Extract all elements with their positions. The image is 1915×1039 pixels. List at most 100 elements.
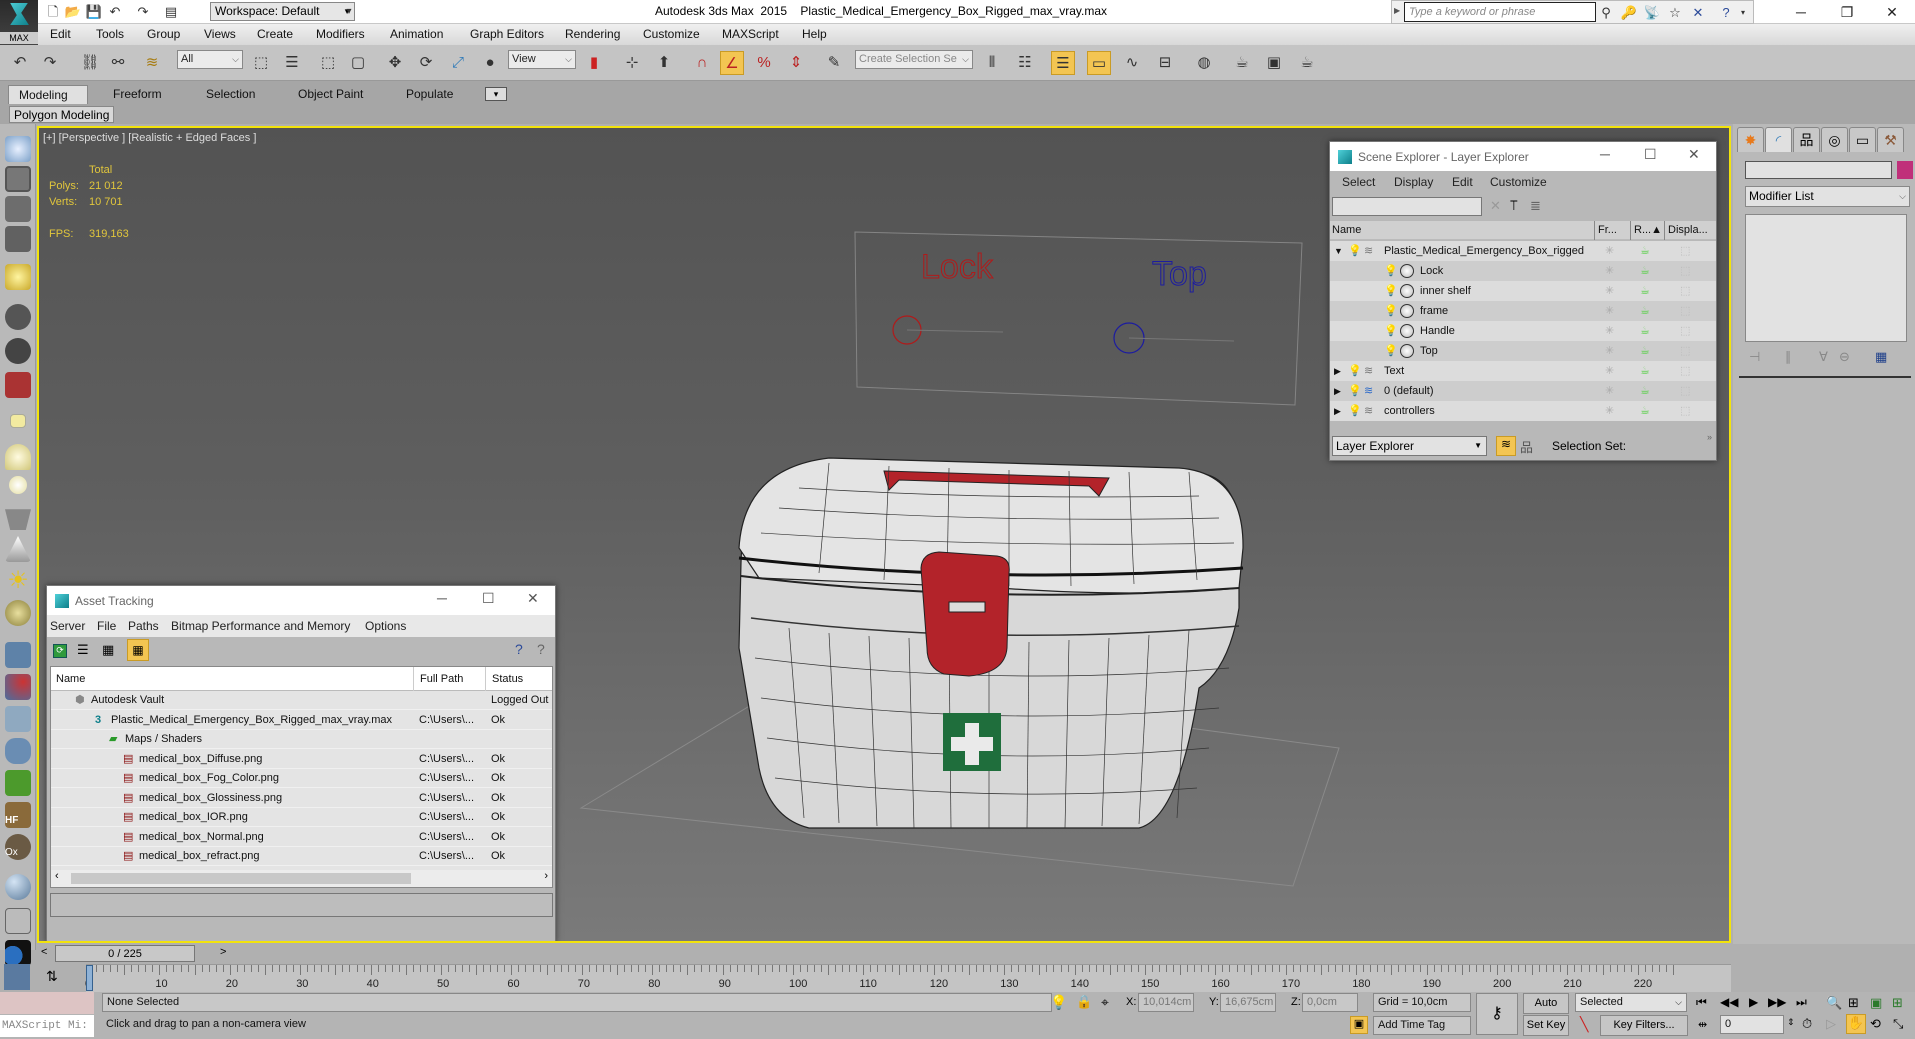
key-filters-button[interactable]: Key Filters... (1600, 1015, 1688, 1036)
time-tag-icon[interactable]: ▣ (1350, 1016, 1368, 1034)
render-setup-icon[interactable]: ☕ (1230, 51, 1254, 75)
menu-modifiers[interactable]: Modifiers (316, 27, 365, 41)
renderable-teapot-icon[interactable]: ☕ (1640, 241, 1650, 261)
clear-search-icon[interactable]: ✕ (1490, 198, 1501, 214)
display-box-icon[interactable]: ⬚ (1680, 281, 1690, 301)
minimize-button[interactable]: ─ (1778, 0, 1824, 24)
expand-arrow-icon[interactable]: ▶ (1394, 6, 1400, 15)
scene-explorer-row[interactable]: 💡 frame ✳ ☕ ⬚ (1330, 301, 1716, 321)
teapot-create-icon[interactable] (5, 136, 31, 162)
menu-maxscript[interactable]: MAXScript (722, 27, 779, 41)
keyword-search-input[interactable]: Type a keyword or phrase (1404, 2, 1596, 22)
display-box-icon[interactable]: ⬚ (1680, 261, 1690, 281)
maxscript-mini-listener-output[interactable] (0, 992, 94, 1014)
key-mode-toggle-icon[interactable]: ⇹ (1698, 1018, 1707, 1031)
default-in-out-tangents-icon[interactable]: ╲ (1580, 1016, 1588, 1033)
scene-explorer-titlebar[interactable]: Scene Explorer - Layer Explorer ─ ☐ ✕ (1330, 142, 1716, 171)
edit-named-selection-sets-icon[interactable]: ✎ (822, 51, 846, 75)
scene-explorer-row[interactable]: ▼ 💡 ≋ Plastic_Medical_Emergency_Box_rigged ✳… (1330, 241, 1716, 261)
timeline-track[interactable]: 0102030405060708090100110120130140150160… (85, 964, 1731, 992)
select-and-place-icon[interactable]: ● (478, 51, 502, 75)
freeze-icon[interactable]: ✳ (1605, 281, 1614, 301)
medical-box-model[interactable] (738, 457, 1244, 829)
pin-stack-icon[interactable]: ⊣ (1749, 349, 1760, 365)
maximize-button[interactable]: ☐ (482, 590, 495, 607)
visibility-bulb-icon[interactable]: 💡 (1384, 261, 1398, 281)
maximize-button[interactable]: ☐ (1644, 146, 1657, 163)
redo-icon[interactable]: ↷ (134, 3, 152, 21)
menu-group[interactable]: Group (147, 27, 180, 41)
object-name-input[interactable] (1745, 161, 1892, 179)
renderable-teapot-icon[interactable]: ☕ (1640, 341, 1650, 361)
visibility-bulb-icon[interactable]: 💡 (1384, 281, 1398, 301)
display-box-icon[interactable]: ⬚ (1680, 401, 1690, 421)
table-panel-icon[interactable] (5, 226, 31, 252)
freeze-icon[interactable]: ✳ (1605, 241, 1614, 261)
scene-explorer-row[interactable]: 💡 Lock ✳ ☕ ⬚ (1330, 261, 1716, 281)
align-icon[interactable]: ☷ (1013, 51, 1037, 75)
utilities-tab-icon[interactable]: ⚒ (1877, 127, 1904, 152)
toggle-scene-explorer-icon[interactable]: ☰ (1051, 51, 1075, 75)
go-to-end-icon[interactable]: ⏭ (1796, 995, 1807, 1010)
ribbon-tab-selection[interactable]: Selection (196, 85, 265, 104)
undo-icon[interactable]: ↶ (8, 51, 32, 75)
scene-explorer-row[interactable]: 💡 inner shelf ✳ ☕ ⬚ (1330, 281, 1716, 301)
menu-customize[interactable]: Customize (643, 27, 700, 41)
table-view-icon[interactable]: ▦ (127, 639, 149, 661)
asset-row[interactable]: ▤ medical_box_Normal.png C:\Users\... Ok (51, 828, 552, 847)
reference-coordinate-dropdown[interactable]: View ⌵ (508, 50, 576, 69)
maxscript-mini-listener-input[interactable]: MAXScript Mi: (0, 1015, 94, 1037)
ornatrix-icon[interactable]: Ox (5, 834, 31, 860)
configure-modifier-sets-icon[interactable]: ▦ (1875, 349, 1887, 365)
auto-key-button[interactable]: Auto Key (1523, 993, 1569, 1028)
close-button[interactable]: ✕ (1688, 146, 1700, 163)
scene-explorer-row[interactable]: ▶ 💡 ≋ 0 (default) ✳ ☕ ⬚ (1330, 381, 1716, 401)
favorites-star-icon[interactable]: ☆ (1666, 4, 1684, 22)
metaball-icon[interactable] (5, 674, 31, 700)
horizontal-scrollbar[interactable]: ‹ › (51, 870, 552, 887)
isolate-selection-icon[interactable]: 💡 (1050, 994, 1067, 1011)
visibility-bulb-icon[interactable]: 💡 (1384, 321, 1398, 341)
mesh-light-icon[interactable] (5, 509, 31, 530)
menu-server[interactable]: Server (50, 619, 85, 633)
orbit-icon[interactable]: ⟲ (1870, 1016, 1881, 1032)
rendered-frame-window-icon[interactable]: ▣ (1262, 51, 1286, 75)
hierarchy-tab-icon[interactable]: 品 (1793, 127, 1820, 152)
modifier-stack[interactable] (1745, 214, 1907, 342)
plane-light-icon[interactable] (10, 414, 26, 428)
collapse-arrow-icon[interactable]: ▼ (1334, 241, 1343, 261)
track-view-toggle-icon[interactable]: ⇅ (46, 968, 58, 985)
remove-modifier-icon[interactable]: ⊖ (1839, 349, 1850, 365)
renderable-teapot-icon[interactable]: ☕ (1640, 281, 1650, 301)
z-coord-input[interactable]: 0,0cm (1302, 993, 1358, 1012)
panel-list-icon[interactable] (5, 196, 31, 222)
zoom-extents-icon[interactable]: ▣ (1870, 995, 1882, 1011)
display-box-icon[interactable]: ⬚ (1680, 301, 1690, 321)
percent-snap-toggle-icon[interactable]: % (752, 51, 776, 75)
menu-graph-editors[interactable]: Graph Editors (470, 27, 544, 41)
mirror-icon[interactable]: ⫴ (980, 51, 1004, 75)
column-name[interactable]: Name (56, 667, 85, 691)
help-icon[interactable]: ? (1717, 4, 1735, 22)
renderable-teapot-icon[interactable]: ☕ (1640, 381, 1650, 401)
menu-display[interactable]: Display (1394, 175, 1433, 189)
ies-light-icon[interactable] (5, 536, 31, 562)
menu-edit[interactable]: Edit (50, 27, 71, 41)
show-end-result-icon[interactable]: ∥ (1785, 349, 1792, 365)
menu-tools[interactable]: Tools (96, 27, 124, 41)
create-tab-icon[interactable]: ✸ (1737, 127, 1764, 152)
column-status[interactable]: Status (485, 667, 523, 691)
snaps-toggle-icon[interactable]: ∩ (690, 51, 714, 75)
ribbon-options-icon[interactable]: ▾ (485, 87, 507, 101)
key-icon[interactable]: 🔑 (1620, 4, 1638, 22)
freeze-icon[interactable]: ✳ (1605, 261, 1614, 281)
select-and-link-icon[interactable]: ⛓ (78, 51, 102, 75)
current-frame-input[interactable]: 0 (1720, 1015, 1784, 1034)
curve-editor-icon[interactable]: ∿ (1120, 51, 1144, 75)
asset-row[interactable]: ▤ medical_box_Diffuse.png C:\Users\... Ok (51, 750, 552, 769)
renderable-teapot-icon[interactable]: ☕ (1640, 261, 1650, 281)
close-button[interactable]: ✕ (527, 590, 539, 607)
column-renderable[interactable]: R...▲ (1630, 221, 1664, 240)
key-mode-dropdown[interactable]: Selected ⌵ (1575, 993, 1687, 1012)
tree-view-icon[interactable]: ▦ (102, 642, 114, 658)
